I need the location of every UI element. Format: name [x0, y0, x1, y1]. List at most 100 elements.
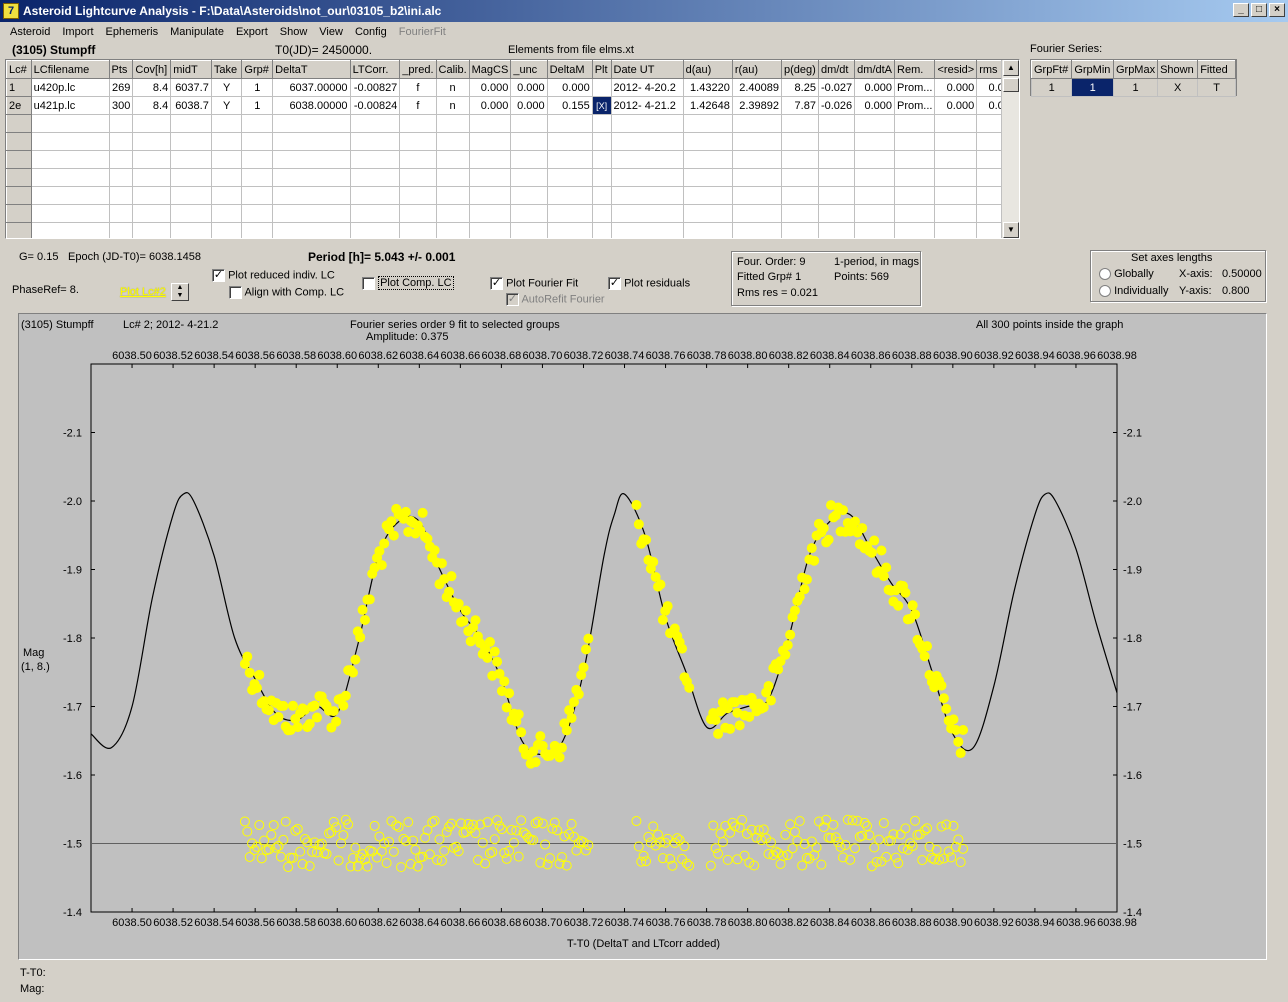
align-checkbox[interactable]: Align with Comp. LC [229, 286, 344, 299]
table-cell[interactable] [210, 204, 243, 223]
table-cell[interactable] [610, 114, 684, 133]
table-cell[interactable] [241, 168, 274, 187]
empty-row[interactable] [6, 186, 1019, 205]
table-cell[interactable] [399, 132, 437, 151]
row-header[interactable] [6, 168, 32, 187]
table-cell[interactable] [510, 168, 548, 187]
table-cell[interactable]: 0.000 [854, 96, 896, 115]
table-cell[interactable] [854, 204, 896, 223]
column-header[interactable]: r(au) [731, 60, 783, 79]
table-cell[interactable] [108, 222, 134, 238]
table-cell[interactable] [132, 150, 172, 169]
table-cell[interactable] [30, 132, 110, 151]
column-header[interactable]: Pts [108, 60, 134, 79]
table-cell[interactable] [435, 204, 470, 223]
table-cell[interactable] [854, 114, 896, 133]
column-header[interactable]: Cov[h] [132, 60, 172, 79]
column-header[interactable]: DeltaM [546, 60, 593, 79]
table-cell[interactable] [682, 204, 733, 223]
table-cell[interactable] [546, 168, 593, 187]
table-cell[interactable] [349, 150, 401, 169]
table-cell[interactable] [272, 204, 351, 223]
table-cell[interactable] [272, 222, 351, 238]
table-cell[interactable] [591, 132, 612, 151]
table-cell[interactable] [108, 150, 134, 169]
fourier-column-header[interactable]: Shown [1157, 60, 1199, 79]
table-cell[interactable] [349, 132, 401, 151]
table-cell[interactable] [132, 168, 172, 187]
table-cell[interactable] [610, 204, 684, 223]
table-cell[interactable] [210, 222, 243, 238]
fourier-series-table[interactable]: GrpFt# GrpMin GrpMax Shown Fitted 111XT [1030, 59, 1237, 97]
autorefit-checkbox[interactable]: ✓ AutoRefit Fourier [506, 293, 605, 306]
table-cell[interactable]: 1 [241, 78, 274, 97]
table-cell[interactable]: 1.43220 [682, 78, 733, 97]
table-cell[interactable] [546, 114, 593, 133]
column-header[interactable]: DeltaT [272, 60, 351, 79]
table-cell[interactable] [30, 222, 110, 238]
minimize-button[interactable]: _ [1233, 3, 1249, 17]
empty-row[interactable] [6, 168, 1019, 187]
table-cell[interactable] [510, 114, 548, 133]
fourier-column-header[interactable]: GrpFt# [1030, 60, 1073, 79]
table-cell[interactable] [399, 186, 437, 205]
table-cell[interactable] [894, 204, 936, 223]
column-header[interactable]: Lc# [6, 60, 32, 79]
table-cell[interactable]: 0.000 [546, 78, 593, 97]
table-cell[interactable] [781, 114, 819, 133]
row-header[interactable] [6, 186, 32, 205]
plot-canvas[interactable]: 6038.506038.506038.526038.526038.546038.… [19, 314, 1266, 934]
table-cell[interactable] [510, 186, 548, 205]
table-cell[interactable]: Prom... [894, 78, 936, 97]
table-cell[interactable] [349, 204, 401, 223]
menu-show[interactable]: Show [274, 26, 314, 38]
table-cell[interactable] [108, 204, 134, 223]
table-cell[interactable] [435, 186, 470, 205]
table-cell[interactable] [210, 150, 243, 169]
table-cell[interactable] [170, 222, 212, 238]
row-header[interactable] [6, 150, 32, 169]
table-cell[interactable]: u421p.lc [30, 96, 110, 115]
row-header[interactable]: 2e [6, 96, 32, 115]
plot-reduced-checkbox[interactable]: ✓ Plot reduced indiv. LC [212, 269, 335, 282]
table-cell[interactable] [241, 204, 274, 223]
table-cell[interactable]: 0.155 [546, 96, 593, 115]
table-cell[interactable] [894, 150, 936, 169]
empty-row[interactable] [6, 222, 1019, 238]
row-header[interactable] [6, 204, 32, 223]
column-header[interactable]: Plt [591, 60, 612, 79]
table-cell[interactable]: n [435, 96, 470, 115]
table-cell[interactable]: 0.000 [510, 96, 548, 115]
yaxis-value[interactable]: 0.800 [1222, 285, 1250, 297]
fourier-column-header[interactable]: Fitted [1197, 60, 1236, 79]
table-cell[interactable]: 0.000 [854, 78, 896, 97]
table-cell[interactable]: Prom... [894, 96, 936, 115]
table-cell[interactable]: 0.000 [510, 78, 548, 97]
table-cell[interactable] [468, 132, 512, 151]
table-cell[interactable] [934, 186, 978, 205]
table-cell[interactable] [241, 222, 274, 238]
table-cell[interactable] [781, 222, 819, 238]
table-cell[interactable] [30, 114, 110, 133]
plot-lc-link[interactable]: Plot Lc#2 [120, 286, 166, 298]
table-cell[interactable] [435, 222, 470, 238]
table-cell[interactable] [817, 168, 856, 187]
plot-fourier-checkbox[interactable]: ✓ Plot Fourier Fit [490, 277, 578, 290]
table-cell[interactable] [894, 114, 936, 133]
fourier-cell[interactable]: 1 [1030, 78, 1073, 97]
table-cell[interactable] [817, 132, 856, 151]
table-cell[interactable] [349, 186, 401, 205]
table-cell[interactable] [468, 186, 512, 205]
column-header[interactable]: Take [210, 60, 243, 79]
table-cell[interactable] [510, 222, 548, 238]
column-header[interactable]: Calib. [435, 60, 470, 79]
table-cell[interactable] [108, 186, 134, 205]
column-header[interactable]: midT [170, 60, 212, 79]
table-cell[interactable]: f [399, 78, 437, 97]
menu-import[interactable]: Import [56, 26, 99, 38]
table-cell[interactable] [468, 150, 512, 169]
table-cell[interactable] [210, 186, 243, 205]
column-header[interactable]: Date UT [610, 60, 684, 79]
table-cell[interactable] [30, 186, 110, 205]
table-cell[interactable]: n [435, 78, 470, 97]
